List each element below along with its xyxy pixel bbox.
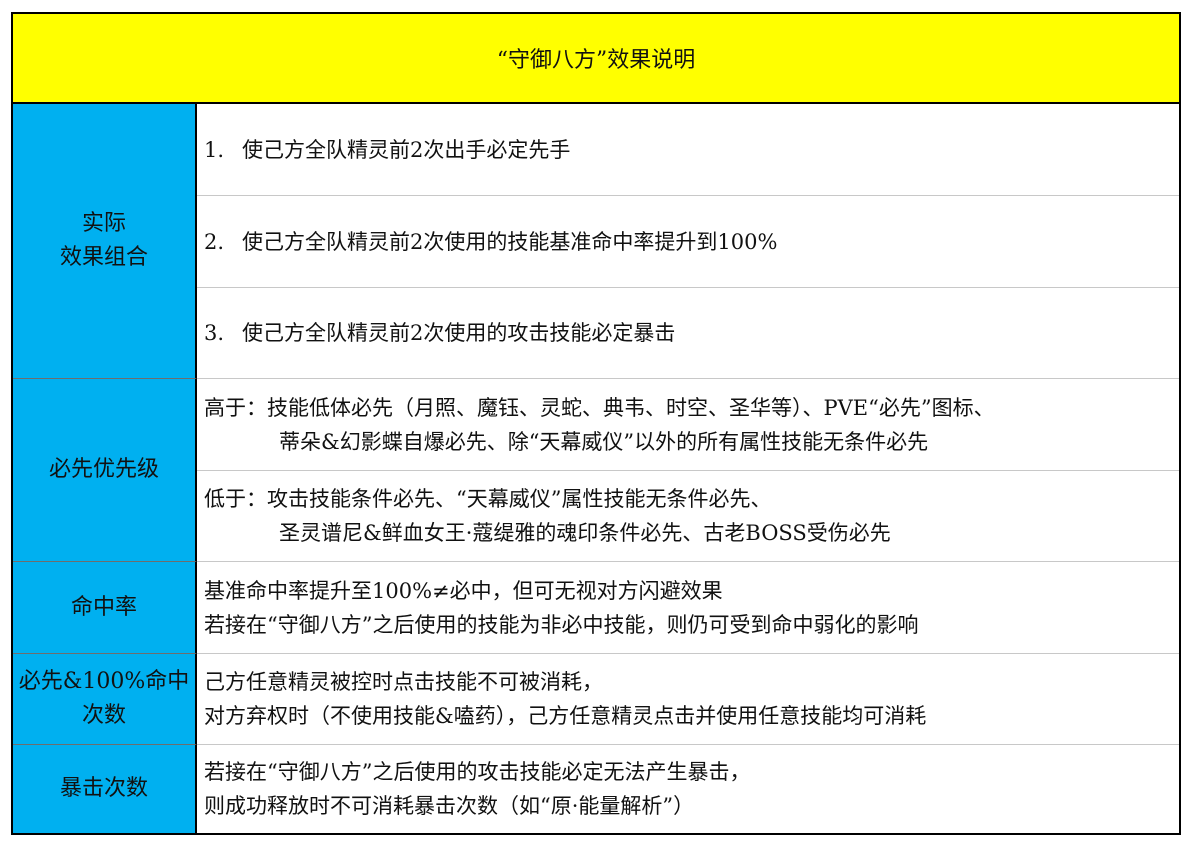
priority-lower: 低于：攻击技能条件必先、“天幕威仪”属性技能无条件必先、 圣灵谱尼&鲜血女王·蔻… [197,471,1179,562]
accuracy-line2: 若接在“守御八方”之后使用的技能为非必中技能，则仍可受到命中弱化的影响 [204,612,919,637]
effect-item-1-text: 使己方全队精灵前2次出手必定先手 [242,137,571,162]
priority-higher-line2: 蒂朵&幻影蝶自爆必先、除“天幕威仪”以外的所有属性技能无条件必先 [279,429,929,454]
effect-item-2-num: 2. [204,229,225,254]
count-line2: 对方弃权时（不使用技能&嗑药），己方任意精灵点击并使用任意技能均可消耗 [204,704,927,728]
effect-item-1-num: 1. [204,137,225,162]
effect-item-2: 2. 使己方全队精灵前2次使用的技能基准命中率提升到100% [197,196,1179,288]
effect-item-3: 3. 使己方全队精灵前2次使用的攻击技能必定暴击 [197,288,1179,379]
accuracy-cell: 基准命中率提升至100%≠必中，但可无视对方闪避效果 若接在“守御八方”之后使用… [197,562,1179,654]
crit-cell: 若接在“守御八方”之后使用的攻击技能必定无法产生暴击， 则成功释放时不可消耗暴击… [197,745,1179,833]
label-priority: 必先优先级 [13,379,197,562]
label-count-line1: 必先&100%命中 [18,669,190,694]
count-cell: 己方任意精灵被控时点击技能不可被消耗， 对方弃权时（不使用技能&嗑药），己方任意… [197,654,1179,745]
effect-item-3-num: 3. [204,321,225,345]
effect-item-3-text: 使己方全队精灵前2次使用的攻击技能必定暴击 [242,321,676,345]
crit-line2: 则成功释放时不可消耗暴击次数（如“原·能量解析”） [204,794,695,818]
accuracy-line1: 基准命中率提升至100%≠必中，但可无视对方闪避效果 [204,578,723,603]
label-accuracy: 命中率 [13,562,197,654]
label-effects: 实际 效果组合 [13,104,197,379]
label-effects-line2: 效果组合 [59,245,148,270]
priority-higher: 高于：技能低体必先（月照、魔钰、灵蛇、典韦、时空、圣华等）、PVE“必先”图标、… [197,379,1179,471]
label-crit: 暴击次数 [13,745,197,833]
priority-lower-line2: 圣灵谱尼&鲜血女王·蔻缇雅的魂印条件必先、古老BOSS受伤必先 [279,521,891,545]
effect-table: “守御八方”效果说明 实际 效果组合 1. 使己方全队精灵前2次出手必定先手 2… [11,12,1181,835]
priority-higher-line1: 高于：技能低体必先（月照、魔钰、灵蛇、典韦、时空、圣华等）、PVE“必先”图标、 [204,395,995,420]
effect-item-2-text: 使己方全队精灵前2次使用的技能基准命中率提升到100% [242,229,778,254]
effect-item-1: 1. 使己方全队精灵前2次出手必定先手 [197,104,1179,196]
priority-lower-line1: 低于：攻击技能条件必先、“天幕威仪”属性技能无条件必先、 [204,487,772,511]
table-title: “守御八方”效果说明 [13,14,1179,104]
crit-line1: 若接在“守御八方”之后使用的攻击技能必定无法产生暴击， [204,760,751,784]
count-line1: 己方任意精灵被控时点击技能不可被消耗， [204,670,603,694]
label-effects-line1: 实际 [81,211,126,236]
label-count-line2: 次数 [81,703,126,728]
label-count: 必先&100%命中 次数 [13,654,197,745]
